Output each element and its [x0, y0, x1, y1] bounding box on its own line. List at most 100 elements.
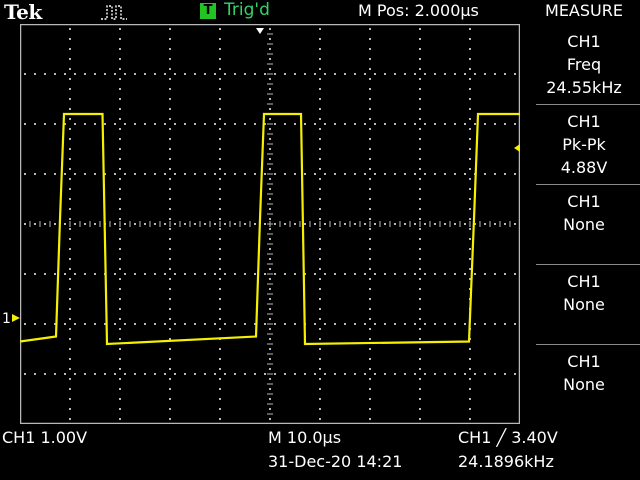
grid-dot [224, 123, 226, 125]
grid-dot [154, 123, 156, 125]
grid-dot [204, 323, 206, 325]
grid-dot [419, 138, 421, 140]
grid-dot [219, 418, 221, 420]
grid-dot [369, 388, 371, 390]
grid-dot [174, 123, 176, 125]
grid-dot [284, 123, 286, 125]
grid-dot [269, 288, 271, 290]
grid-dot [69, 258, 71, 260]
grid-dot [119, 278, 121, 280]
grid-dot [514, 323, 516, 325]
measure-slot-3[interactable]: CH1 None [528, 184, 640, 264]
grid-dot [169, 168, 171, 170]
grid-dot [244, 223, 246, 225]
measure-slot-5[interactable]: CH1 None [528, 344, 640, 424]
grid-dot [369, 308, 371, 310]
grid-dot [364, 173, 366, 175]
grid-dot [369, 158, 371, 160]
grid-dot [469, 208, 471, 210]
grid-dot [169, 408, 171, 410]
grid-dot [64, 73, 66, 75]
grid-dot [219, 108, 221, 110]
measure-slot-4[interactable]: CH1 None [528, 264, 640, 344]
grid-dot [69, 88, 71, 90]
grid-dot [54, 273, 56, 275]
grid-dot [369, 88, 371, 90]
grid-dot [169, 38, 171, 40]
grid-dot [34, 73, 36, 75]
grid-dot [74, 373, 76, 375]
grid-dot [269, 358, 271, 360]
grid-dot [469, 178, 471, 180]
grid-dot [319, 188, 321, 190]
grid-dot [369, 38, 371, 40]
grid-dot [334, 273, 336, 275]
grid-dot [169, 418, 171, 420]
grid-dot [304, 73, 306, 75]
grid-dot [84, 73, 86, 75]
grid-dot [419, 218, 421, 220]
grid-dot [234, 173, 236, 175]
grid-dot [134, 73, 136, 75]
grid-dot [319, 268, 321, 270]
grid-dot [369, 408, 371, 410]
grid-dot [504, 223, 506, 225]
grid-dot [264, 323, 266, 325]
grid-dot [194, 123, 196, 125]
grid-dot [244, 123, 246, 125]
grid-dot [274, 123, 276, 125]
grid-dot [369, 138, 371, 140]
grid-dot [284, 373, 286, 375]
grid-dot [319, 48, 321, 50]
grid-dot [369, 338, 371, 340]
grid-dot [119, 338, 121, 340]
grid-dot [169, 238, 171, 240]
grid-dot [469, 108, 471, 110]
grid-dot [114, 273, 116, 275]
grid-dot [234, 73, 236, 75]
grid-dot [269, 148, 271, 150]
grid-dot [269, 308, 271, 310]
grid-dot [419, 228, 421, 230]
grid-dot [369, 278, 371, 280]
grid-dot [124, 123, 126, 125]
grid-dot [424, 73, 426, 75]
grid-dot [114, 223, 116, 225]
grid-dot [369, 258, 371, 260]
grid-dot [469, 398, 471, 400]
grid-dot [444, 273, 446, 275]
grid-dot [224, 173, 226, 175]
grid-dot [469, 248, 471, 250]
grid-dot [269, 38, 271, 40]
grid-dot [419, 48, 421, 50]
grid-dot [219, 188, 221, 190]
measure-slot-1[interactable]: CH1 Freq 24.55kHz [528, 24, 640, 104]
grid-dot [424, 323, 426, 325]
grid-dot [319, 348, 321, 350]
channel-ground-marker: 1 [2, 311, 20, 326]
grid-dot [374, 73, 376, 75]
brand-logo: Tek [4, 0, 42, 24]
grid-dot [269, 158, 271, 160]
grid-dot [434, 223, 436, 225]
grid-dot [504, 73, 506, 75]
grid-dot [244, 73, 246, 75]
grid-dot [334, 73, 336, 75]
grid-dot [84, 223, 86, 225]
grid-dot [204, 223, 206, 225]
grid-dot [134, 123, 136, 125]
grid-dot [269, 188, 271, 190]
measure-slot-2[interactable]: CH1 Pk-Pk 4.88V [528, 104, 640, 184]
grid-dot [319, 168, 321, 170]
grid-dot [319, 128, 321, 130]
grid-dot [194, 223, 196, 225]
grid-dot [434, 323, 436, 325]
grid-dot [369, 298, 371, 300]
grid-dot [369, 48, 371, 50]
grid-dot [319, 298, 321, 300]
grid-dot [469, 128, 471, 130]
grid-dot [404, 373, 406, 375]
grid-dot [219, 278, 221, 280]
grid-dot [164, 373, 166, 375]
grid-dot [124, 273, 126, 275]
